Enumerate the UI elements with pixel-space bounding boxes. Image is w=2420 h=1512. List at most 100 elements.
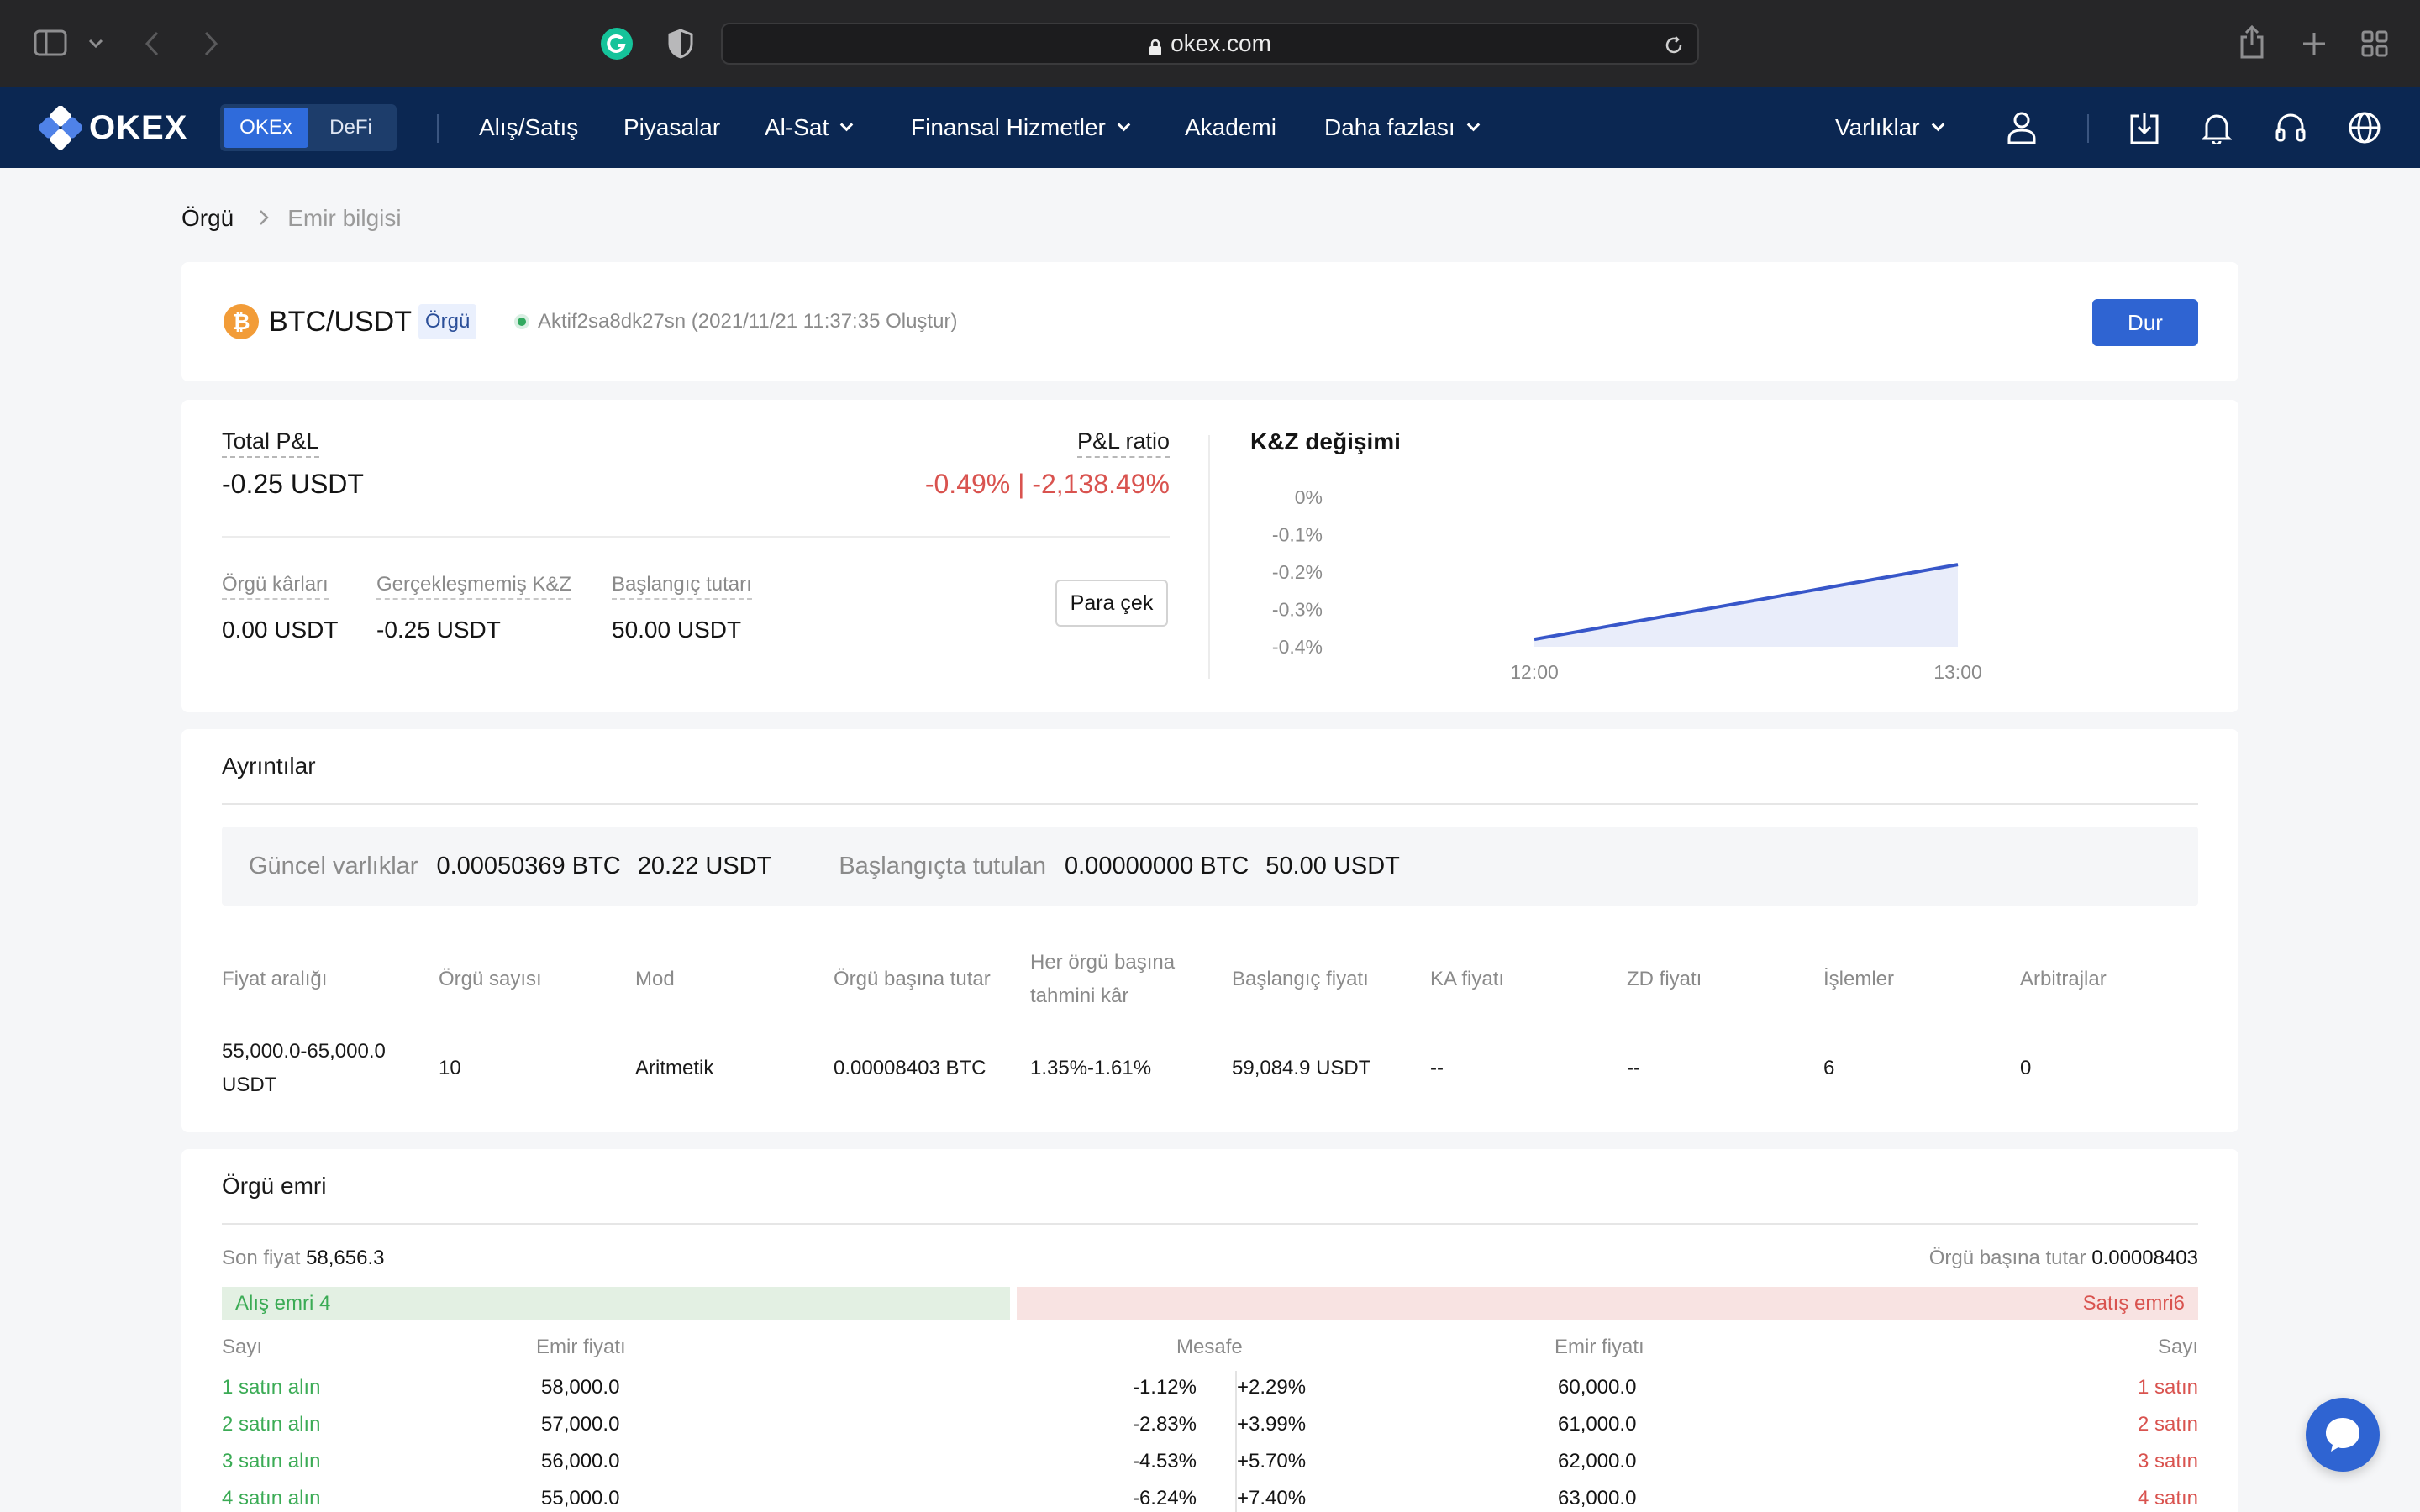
share-icon[interactable]: [2235, 24, 2269, 60]
x-tick-label: 12:00: [1510, 661, 1559, 682]
current-btc: 0.00050369 BTC: [436, 852, 621, 879]
chevron-right-icon: [259, 206, 270, 232]
initial-usdt: 50.00 USDT: [1265, 852, 1400, 879]
okex-logo-mark-icon: [39, 106, 82, 150]
grammarly-icon[interactable]: [600, 27, 634, 60]
address-bar[interactable]: okex.com: [721, 23, 1699, 65]
grid-orders-card: Örgü emri Son fiyat 58,656.3 Örgü başına…: [182, 1149, 2238, 1512]
grid-profit-label[interactable]: Örgü kârları: [222, 573, 329, 600]
user-icon[interactable]: [2003, 109, 2040, 146]
cell-sl: --: [1627, 1057, 1640, 1079]
nav-item-assets[interactable]: Varlıklar: [1835, 87, 1944, 168]
sell-qty: 3 satın: [2137, 1450, 2198, 1473]
pnl-ratio-label[interactable]: P&L ratio: [1076, 428, 1170, 458]
buy-price: 58,000.0: [541, 1376, 620, 1399]
chevron-down-icon: [1466, 118, 1480, 131]
col-header-buy-qty: Sayı: [222, 1336, 263, 1358]
sidebar-toggle-icon[interactable]: [34, 29, 67, 57]
details-title: Ayrıntılar: [222, 753, 316, 779]
globe-icon[interactable]: [2346, 109, 2383, 146]
last-price-value: 58,656.3: [306, 1247, 385, 1269]
sell-distance: +5.70%: [1237, 1450, 1307, 1473]
y-tick-label: -0.1%: [1272, 524, 1323, 546]
sell-price: 63,000.0: [1558, 1487, 1637, 1509]
forward-icon[interactable]: [198, 27, 224, 60]
pnl-card: Total P&L -0.25 USDT P&L ratio -0.49% | …: [182, 400, 2238, 712]
download-icon[interactable]: [2126, 109, 2163, 146]
withdraw-button[interactable]: Para çek: [1055, 580, 1168, 627]
total-pnl-label[interactable]: Total P&L: [222, 428, 319, 458]
sell-price: 60,000.0: [1558, 1376, 1637, 1399]
new-tab-icon[interactable]: [2297, 27, 2331, 60]
sell-qty: 2 satın: [2137, 1413, 2198, 1436]
col-header-mode: Mod: [635, 968, 675, 990]
sell-distance: +2.29%: [1237, 1376, 1307, 1399]
nav-item-more[interactable]: Daha fazlası: [1324, 87, 1480, 168]
bell-icon[interactable]: [2198, 109, 2235, 146]
col-header-price-range: Fiyat aralığı: [222, 968, 328, 990]
seg-okex[interactable]: OKEx: [224, 108, 308, 148]
cell-tp: --: [1430, 1057, 1444, 1079]
unrealized-label[interactable]: Gerçekleşmemiş K&Z: [376, 573, 572, 600]
cell-profit: 1.35%-1.61%: [1030, 1057, 1152, 1079]
buy-distance: -4.53%: [1132, 1450, 1197, 1473]
headset-icon[interactable]: [2272, 109, 2309, 146]
buy-price: 57,000.0: [541, 1413, 620, 1436]
cell-arb: 0: [2020, 1057, 2032, 1079]
grid-orders-title: Örgü emri: [222, 1173, 327, 1199]
chat-support-button[interactable]: [2306, 1398, 2380, 1472]
nav-item-trade[interactable]: Al-Sat: [765, 87, 854, 168]
table-row: 1 satın alın 58,000.0 -1.12% +2.29% 60,0…: [182, 1371, 2238, 1408]
sell-orders-bar: Satış emri6: [1017, 1287, 2198, 1320]
stop-button[interactable]: Dur: [2092, 299, 2198, 346]
breadcrumb-parent[interactable]: Örgü: [182, 205, 234, 232]
unrealized-value: -0.25 USDT: [376, 617, 501, 643]
y-tick-label: -0.2%: [1272, 561, 1323, 583]
nav-label: Daha fazlası: [1324, 114, 1455, 140]
tab-overview-icon[interactable]: [2358, 27, 2391, 60]
nav-item-academy[interactable]: Akademi: [1185, 87, 1276, 168]
nav-label: Akademi: [1185, 114, 1276, 140]
main-nav: OKEX OKEx DeFi Alış/Satış Piyasalar Al-S…: [0, 87, 2420, 168]
chevron-down-icon: [839, 118, 854, 131]
seg-defi[interactable]: DeFi: [308, 108, 393, 148]
buy-distance: -1.12%: [1132, 1376, 1197, 1399]
initial-amount-value: 50.00 USDT: [612, 617, 742, 643]
lock-icon: [1149, 35, 1162, 55]
url-text: okex.com: [1171, 30, 1271, 56]
x-tick-label: 13:00: [1933, 661, 1982, 682]
nav-item-buy-sell[interactable]: Alış/Satış: [479, 87, 578, 168]
bitcoin-icon: ₿: [224, 304, 259, 339]
current-holdings-label: Güncel varlıklar: [249, 852, 418, 879]
sell-price: 61,000.0: [1558, 1413, 1637, 1436]
okex-logo[interactable]: OKEX: [39, 106, 187, 150]
cell-grids: 10: [439, 1057, 461, 1079]
holdings-bar: Güncel varlıklar 0.00050369 BTC 20.22 US…: [222, 827, 2198, 906]
sell-distance: +3.99%: [1237, 1413, 1307, 1436]
divider: [222, 536, 1170, 538]
nav-item-markets[interactable]: Piyasalar: [623, 87, 720, 168]
breadcrumb: Örgü Emir bilgisi: [182, 205, 402, 232]
col-header-per-grid: Örgü başına tutar: [834, 968, 991, 990]
chart-title: K&Z değişimi: [1250, 428, 1401, 454]
table-row: 2 satın alın 57,000.0 -2.83% +3.99% 61,0…: [182, 1408, 2238, 1445]
platform-switch: OKEx DeFi: [220, 104, 397, 151]
reload-icon[interactable]: [1664, 34, 1684, 61]
details-card: Ayrıntılar Güncel varlıklar 0.00050369 B…: [182, 729, 2238, 1132]
sell-qty: 1 satın: [2137, 1376, 2198, 1399]
y-tick-label: -0.3%: [1272, 599, 1323, 621]
cell-range: 55,000.0-65,000.0: [222, 1040, 386, 1063]
chevron-down-icon[interactable]: [84, 32, 108, 55]
sell-price: 62,000.0: [1558, 1450, 1637, 1473]
initial-amount-label[interactable]: Başlangıç tutarı: [612, 573, 752, 600]
initial-holdings-label: Başlangıçta tutulan: [839, 852, 1046, 879]
col-header-profit-line2: tahmini kâr: [1030, 984, 1129, 1007]
buy-qty: 4 satın alın: [222, 1487, 321, 1509]
sell-qty: 4 satın: [2137, 1487, 2198, 1509]
back-icon[interactable]: [139, 27, 165, 60]
shield-icon[interactable]: [666, 27, 696, 60]
col-header-grid-count: Örgü sayısı: [439, 968, 542, 990]
col-header-start-price: Başlangıç fiyatı: [1232, 968, 1369, 990]
buy-price: 56,000.0: [541, 1450, 620, 1473]
nav-item-finance[interactable]: Finansal Hizmetler: [911, 87, 1131, 168]
